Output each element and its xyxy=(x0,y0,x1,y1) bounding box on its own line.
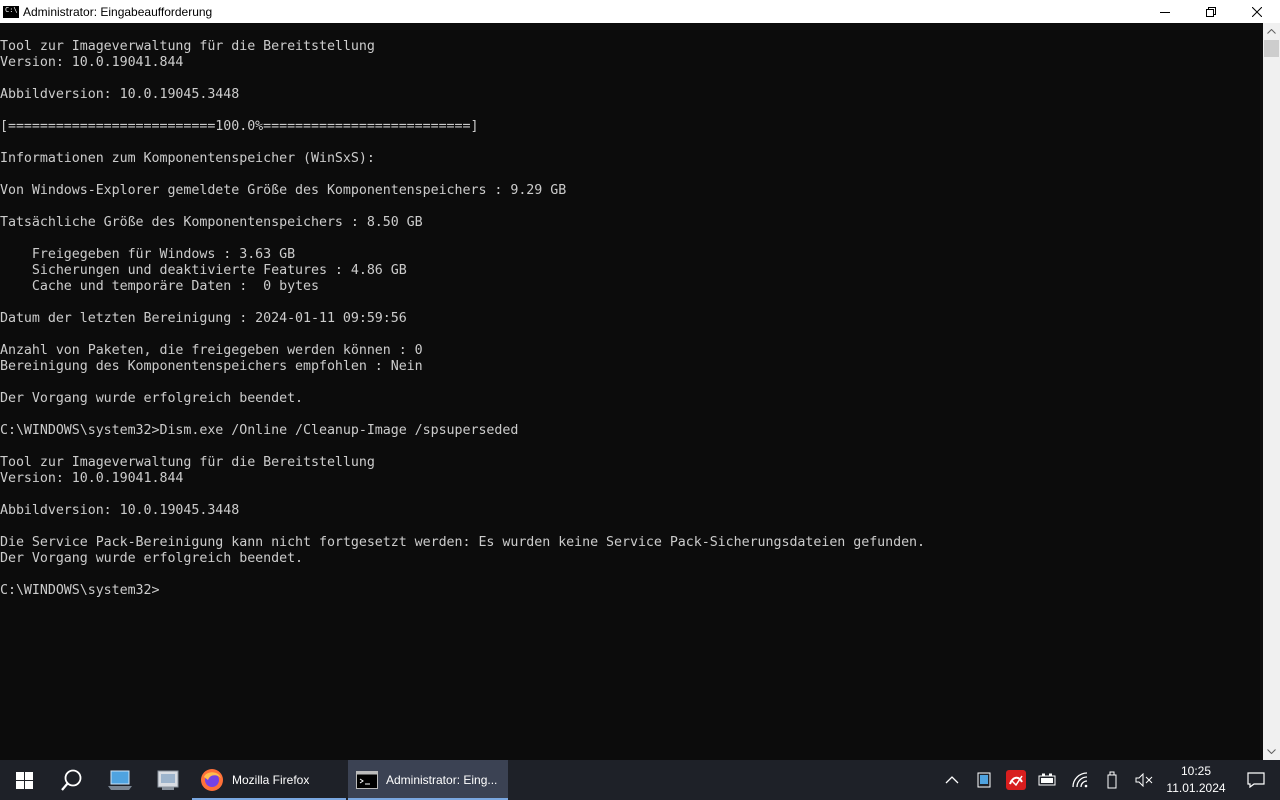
clock-date: 11.01.2024 xyxy=(1166,781,1226,795)
console-line: Der Vorgang wurde erfolgreich beendet. xyxy=(0,391,304,406)
wifi-icon xyxy=(1072,772,1088,788)
system-tray: 10:25 11.01.2024 xyxy=(936,760,1280,800)
pinned-app-control-panel[interactable] xyxy=(144,760,192,800)
console-line: Datum der letzten Bereinigung : 2024-01-… xyxy=(0,311,407,326)
console-line: Informationen zum Komponentenspeicher (W… xyxy=(0,151,375,166)
scroll-up-button[interactable] xyxy=(1263,23,1280,40)
notification-icon xyxy=(1247,772,1265,788)
close-button[interactable] xyxy=(1234,0,1280,23)
console-line: Sicherungen und deaktivierte Features : … xyxy=(0,263,407,278)
firefox-icon xyxy=(201,769,223,791)
console-line: Abbildversion: 10.0.19045.3448 xyxy=(0,87,240,102)
chevron-up-icon xyxy=(1267,29,1276,34)
tray-security-icon[interactable] xyxy=(1000,760,1032,800)
tray-volume-icon[interactable] xyxy=(1128,760,1160,800)
console-line: Anzahl von Paketen, die freigegeben werd… xyxy=(0,343,423,358)
tray-power-icon[interactable] xyxy=(1096,760,1128,800)
console-line: [==========================100.0%=======… xyxy=(0,119,479,134)
battery-icon xyxy=(1038,773,1056,786)
clock[interactable]: 10:25 11.01.2024 xyxy=(1160,760,1232,800)
console-line: Die Service Pack-Bereinigung kann nicht … xyxy=(0,535,926,550)
chevron-down-icon xyxy=(1267,749,1276,754)
vertical-scrollbar[interactable] xyxy=(1263,23,1280,760)
start-button[interactable] xyxy=(0,760,48,800)
close-icon xyxy=(1252,6,1262,17)
console-line: Von Windows-Explorer gemeldete Größe des… xyxy=(0,183,567,198)
console-line: Tool zur Imageverwaltung für die Bereits… xyxy=(0,39,375,54)
pinned-app-laptop[interactable] xyxy=(96,760,144,800)
taskbar: Mozilla Firefox Administrator: Eing... 1… xyxy=(0,760,1280,800)
console-line: Abbildversion: 10.0.19045.3448 xyxy=(0,503,240,518)
tray-battery-icon[interactable] xyxy=(1032,760,1064,800)
task-firefox[interactable]: Mozilla Firefox xyxy=(192,760,346,800)
scrollbar-thumb[interactable] xyxy=(1264,40,1279,57)
show-hidden-icons-button[interactable] xyxy=(936,760,968,800)
search-button[interactable] xyxy=(48,760,96,800)
console-line: Version: 10.0.19041.844 xyxy=(0,471,184,486)
console-line: C:\WINDOWS\system32> xyxy=(0,583,160,598)
tablet-icon xyxy=(977,772,991,788)
minimize-button[interactable] xyxy=(1142,0,1188,23)
console-line: Der Vorgang wurde erfolgreich beendet. xyxy=(0,551,304,566)
window-controls xyxy=(1142,0,1280,23)
console-line: Tatsächliche Größe des Komponentenspeich… xyxy=(0,215,423,230)
cmd-icon xyxy=(356,771,378,789)
task-label: Administrator: Eing... xyxy=(386,773,498,787)
tray-network-icon[interactable] xyxy=(1064,760,1096,800)
window-titlebar[interactable]: Administrator: Eingabeaufforderung xyxy=(0,0,1280,23)
console-line: Tool zur Imageverwaltung für die Bereits… xyxy=(0,455,375,470)
minimize-icon xyxy=(1160,11,1170,13)
task-command-prompt[interactable]: Administrator: Eing... xyxy=(348,760,508,800)
antivirus-icon xyxy=(1006,770,1026,790)
console-output[interactable]: Tool zur Imageverwaltung für die Bereits… xyxy=(0,23,1263,760)
tray-display-icon[interactable] xyxy=(968,760,1000,800)
volume-muted-icon xyxy=(1135,773,1153,787)
console-line: Cache und temporäre Daten : 0 bytes xyxy=(0,279,319,294)
scroll-down-button[interactable] xyxy=(1263,743,1280,760)
task-label: Mozilla Firefox xyxy=(232,773,310,787)
clock-time: 10:25 xyxy=(1180,764,1212,778)
windows-logo-icon xyxy=(15,771,33,789)
restore-button[interactable] xyxy=(1188,0,1234,23)
restore-icon xyxy=(1206,6,1216,17)
console-line: Version: 10.0.19041.844 xyxy=(0,55,184,70)
search-icon xyxy=(61,769,82,791)
console-line: Bereinigung des Komponentenspeichers emp… xyxy=(0,359,423,374)
console-line: C:\WINDOWS\system32>Dism.exe /Online /Cl… xyxy=(0,423,519,438)
cmd-app-icon[interactable] xyxy=(3,5,19,18)
console-line: Freigegeben für Windows : 3.63 GB xyxy=(0,247,296,262)
console-text: Tool zur Imageverwaltung für die Bereits… xyxy=(0,23,1263,599)
laptop-icon xyxy=(108,770,132,790)
usb-icon xyxy=(1107,771,1117,789)
action-center-button[interactable] xyxy=(1232,760,1280,800)
control-panel-icon xyxy=(157,770,179,790)
window-title: Administrator: Eingabeaufforderung xyxy=(23,4,213,19)
chevron-up-icon xyxy=(945,776,959,784)
